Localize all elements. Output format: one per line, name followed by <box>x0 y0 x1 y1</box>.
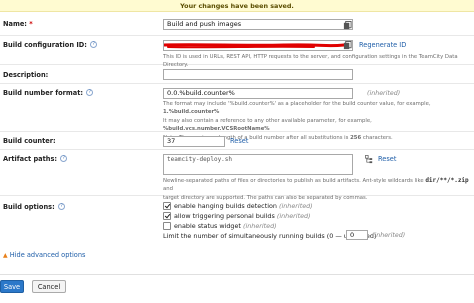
arrow-up-icon: ▲ <box>3 252 8 259</box>
option-label: enable hanging builds detection <box>174 202 277 210</box>
save-button[interactable]: Save <box>0 280 24 293</box>
hide-advanced-options-link[interactable]: ▲ Hide advanced options <box>3 251 85 259</box>
name-copy-icon[interactable] <box>343 21 352 30</box>
saved-banner: Your changes have been saved. <box>0 0 474 12</box>
note-example: %build.vcs.number.VCSRootName% <box>163 126 270 133</box>
description-input[interactable] <box>163 69 353 80</box>
status-widget-checkbox[interactable] <box>163 222 171 230</box>
build-number-format-label: Build number format: ? <box>3 89 94 97</box>
redacted-scribble <box>164 43 346 49</box>
artifact-paths-reset-link[interactable]: Reset <box>378 155 396 163</box>
build-counter-row: Build counter: 37 Reset <box>0 133 474 150</box>
description-label: Description: <box>3 71 49 79</box>
hanging-builds-option: enable hanging builds detection (inherit… <box>174 202 313 210</box>
inherited-tag: (inherited) <box>278 202 313 210</box>
name-row: Name: * Build and push images <box>0 13 474 36</box>
build-config-id-copy-icon[interactable] <box>343 41 352 50</box>
build-config-id-input[interactable] <box>163 40 353 51</box>
artifact-paths-label: Artifact paths: ? <box>3 155 68 163</box>
help-icon[interactable]: ? <box>60 155 68 162</box>
name-label-text: Name: <box>3 20 27 28</box>
inherited-tag: (inherited) <box>276 212 311 220</box>
personal-builds-checkbox[interactable] <box>163 212 171 220</box>
note-text: The format may include '%build.counter%'… <box>163 101 431 107</box>
build-config-id-label-text: Build configuration ID: <box>3 41 87 49</box>
limit-builds-input[interactable]: 0 <box>346 230 368 240</box>
inherited-tag: (inherited) <box>242 222 277 230</box>
inherited-tag: (inherited) <box>372 232 406 239</box>
help-icon[interactable]: ? <box>86 89 94 96</box>
build-config-id-label: Build configuration ID: ? <box>3 41 98 49</box>
limit-builds-label: Limit the number of simultaneously runni… <box>163 232 377 240</box>
regenerate-id-link[interactable]: Regenerate ID <box>359 41 406 49</box>
name-label: Name: * <box>3 20 33 28</box>
hide-advanced-options-label: Hide advanced options <box>9 251 86 259</box>
cancel-button[interactable]: Cancel <box>32 280 66 293</box>
build-options-label-text: Build options: <box>3 203 55 211</box>
build-options-row: Build options: ? enable hanging builds d… <box>0 197 474 244</box>
build-number-format-input[interactable]: 0.0.%build.counter% <box>163 88 353 99</box>
saved-message: Your changes have been saved. <box>180 2 294 10</box>
name-input[interactable]: Build and push images <box>163 19 353 30</box>
help-icon[interactable]: ? <box>90 41 98 48</box>
description-row: Description: <box>0 66 474 84</box>
artifact-paths-row: Artifact paths: ? teamcity-deploy.sh Res… <box>0 151 474 201</box>
personal-builds-option: allow triggering personal builds (inheri… <box>174 212 311 220</box>
artifact-paths-label-text: Artifact paths: <box>3 155 58 163</box>
build-counter-input[interactable]: 37 <box>163 136 225 147</box>
option-label: enable status widget <box>174 222 241 230</box>
artifact-tree-icon[interactable] <box>365 155 374 164</box>
note-text: and <box>163 186 173 193</box>
help-icon[interactable]: ? <box>58 203 66 210</box>
note-text: It may also contain a reference to any o… <box>163 117 372 124</box>
footer-divider <box>0 274 474 275</box>
inherited-tag: (inherited) <box>367 90 401 97</box>
build-config-id-row: Build configuration ID: ? Regenerate ID … <box>0 37 474 68</box>
status-widget-option: enable status widget (inherited) <box>174 222 277 230</box>
build-number-format-row: Build number format: ? 0.0.%build.counte… <box>0 85 474 141</box>
required-mark: * <box>29 20 33 28</box>
build-number-format-label-text: Build number format: <box>3 89 84 97</box>
note-example: 1.%build.counter% <box>163 109 220 116</box>
build-counter-label: Build counter: <box>3 137 56 145</box>
build-counter-reset-link[interactable]: Reset <box>230 137 248 145</box>
note-example: dir/**/*.zip <box>425 177 469 184</box>
option-label: allow triggering personal builds <box>174 212 275 220</box>
note-text: Newline-separated paths of files or dire… <box>163 178 424 184</box>
hanging-builds-checkbox[interactable] <box>163 202 171 210</box>
build-options-label: Build options: ? <box>3 203 66 211</box>
artifact-paths-textarea[interactable]: teamcity-deploy.sh <box>163 154 353 175</box>
